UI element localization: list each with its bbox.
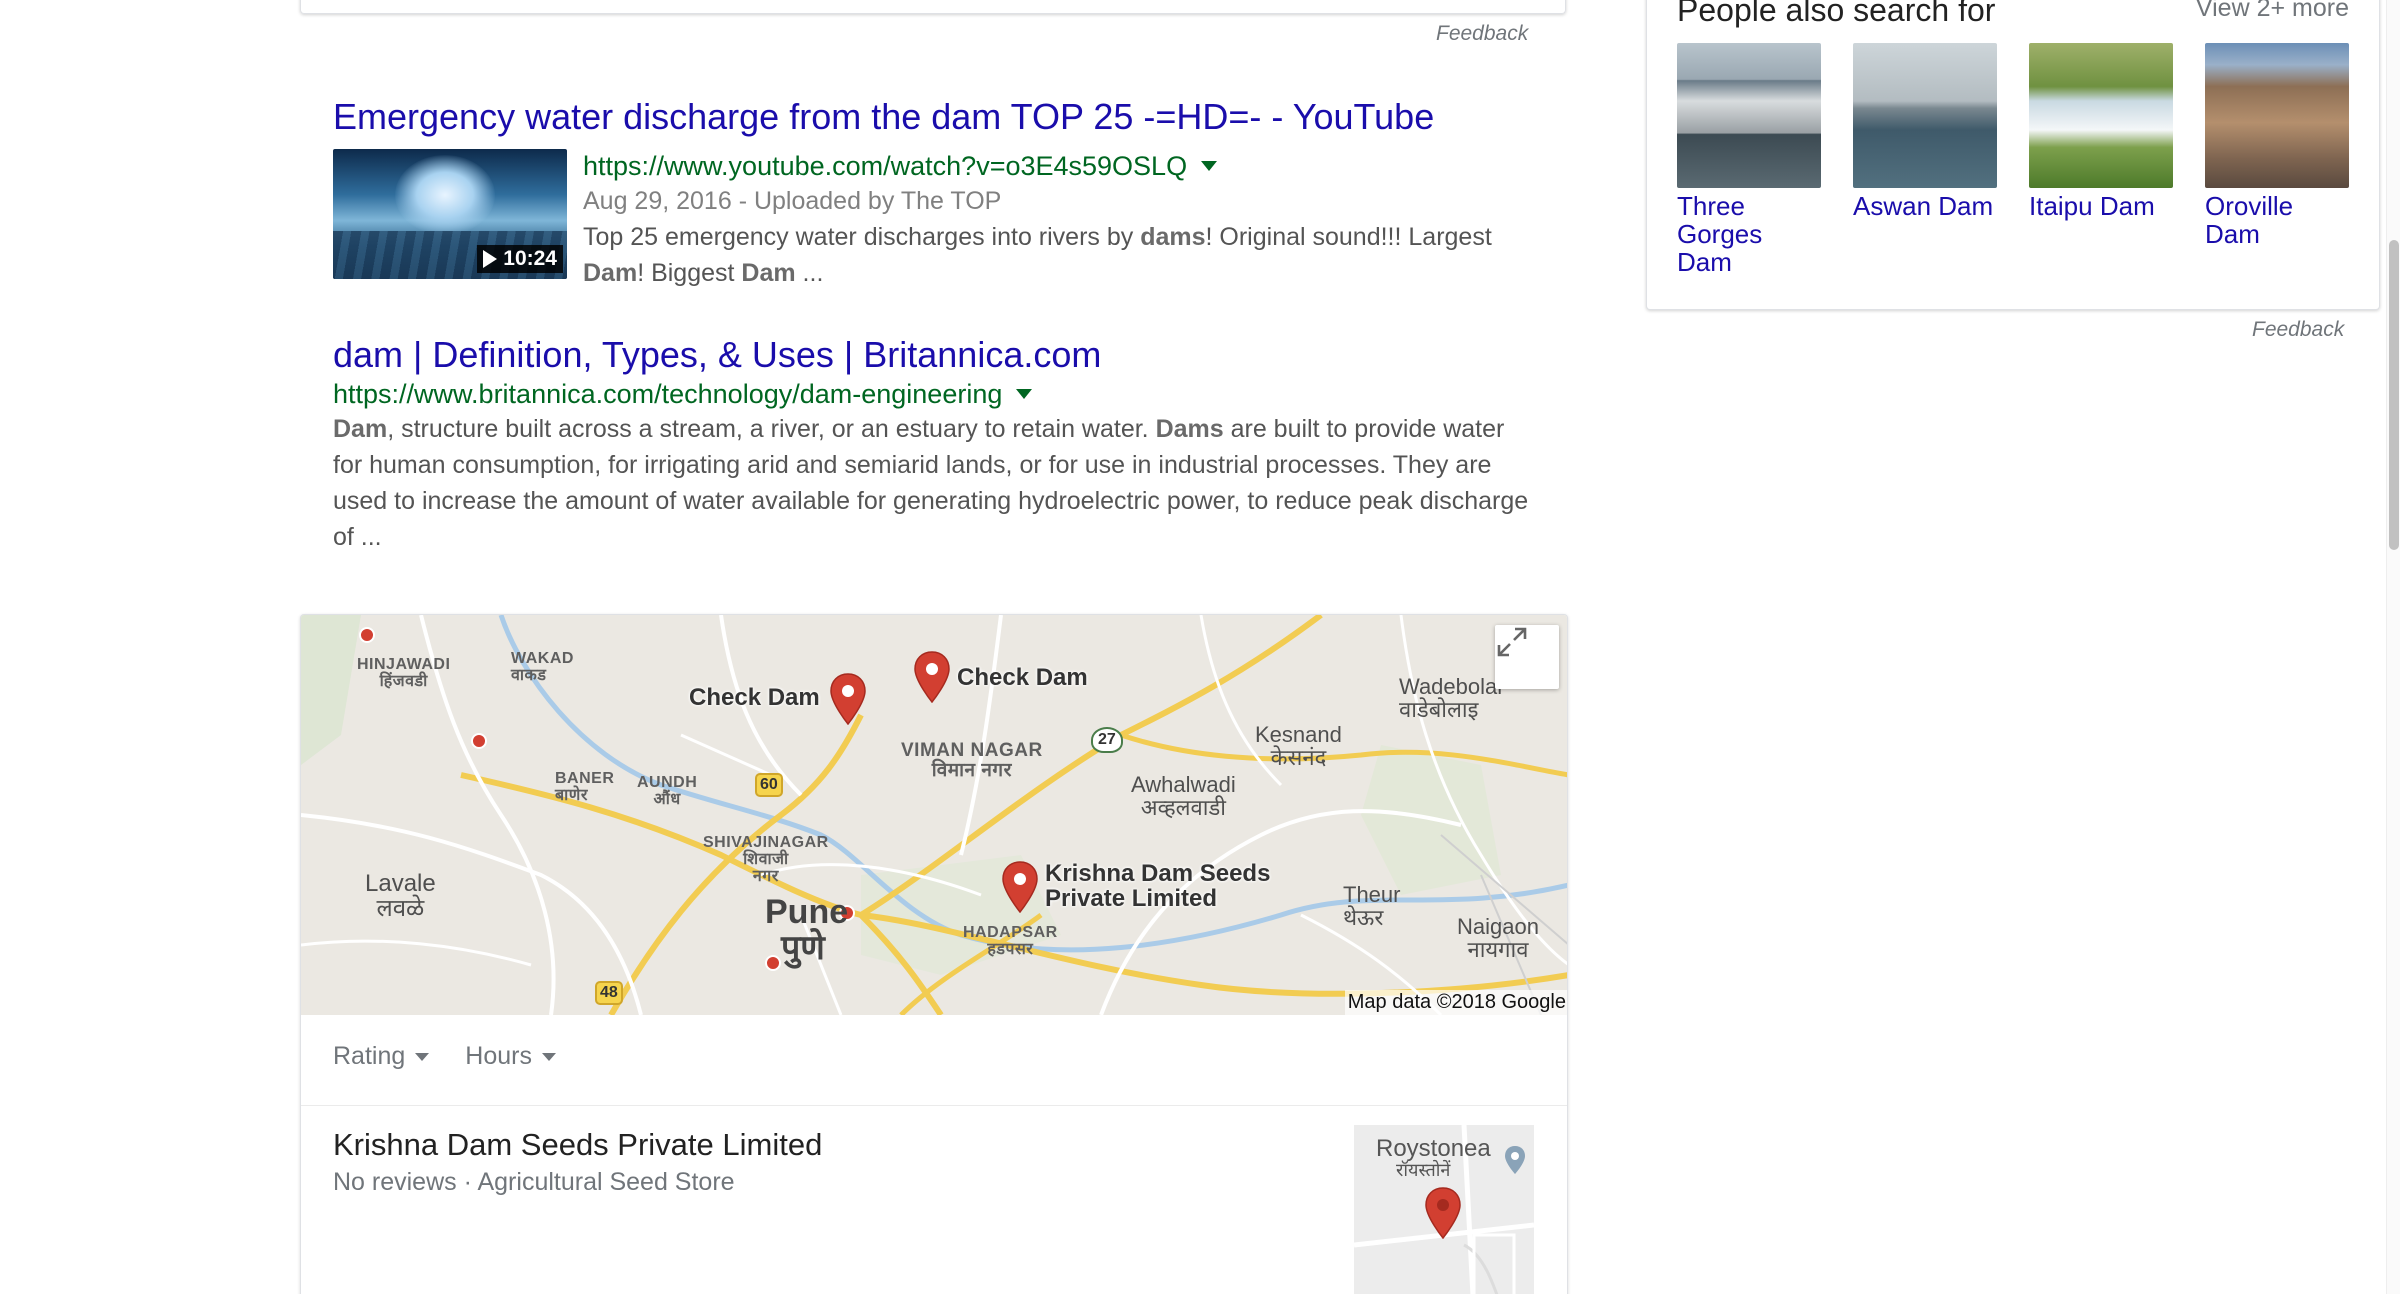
feedback-link[interactable]: Feedback bbox=[2252, 318, 2344, 342]
map-place-label: Awhalwadi अव्हलवाडी bbox=[1131, 772, 1236, 821]
map-pin-icon[interactable] bbox=[913, 651, 951, 703]
filter-hours-dropdown[interactable]: Hours bbox=[465, 1042, 556, 1071]
result-title-link[interactable]: Emergency water discharge from the dam T… bbox=[333, 95, 1533, 139]
view-more-link[interactable]: View 2+ more bbox=[2196, 0, 2349, 23]
listing-meta: No reviews · Agricultural Seed Store bbox=[333, 1168, 735, 1196]
snippet-text: ! Biggest bbox=[637, 259, 742, 287]
map-place-label: WAKAD वाकड bbox=[511, 650, 574, 684]
entity-name: Oroville Dam bbox=[2205, 191, 2294, 249]
entity-thumbnail bbox=[2205, 43, 2349, 188]
filter-label: Hours bbox=[465, 1042, 532, 1070]
feedback-link[interactable]: Feedback bbox=[1436, 22, 1528, 46]
result-title-link[interactable]: dam | Definition, Types, & Uses | Britan… bbox=[333, 333, 1533, 377]
url-dropdown-caret-icon[interactable] bbox=[1201, 161, 1218, 171]
search-result-britannica: dam | Definition, Types, & Uses | Britan… bbox=[333, 333, 1533, 555]
map-place-label: Lavale लवळे bbox=[365, 870, 436, 923]
result-url: https://www.britannica.com/technology/da… bbox=[333, 377, 1533, 411]
map-pin-label: Krishna Dam Seeds Private Limited bbox=[1045, 860, 1271, 913]
snippet-text: ! Original sound!!! Largest bbox=[1205, 223, 1492, 251]
map-place-label: SHIVAJINAGAR शिवाजी नगर bbox=[703, 834, 829, 885]
snippet-text: Top 25 emergency water discharges into r… bbox=[583, 223, 1141, 251]
result-url: https://www.youtube.com/watch?v=o3E4s59O… bbox=[583, 149, 1533, 183]
map-place-label: AUNDH औंध bbox=[637, 774, 698, 808]
map-place-label: VIMAN NAGAR विमान नगर bbox=[901, 740, 1043, 781]
map-place-label: Naigaon नायगाव bbox=[1457, 914, 1539, 963]
scrollbar-track[interactable] bbox=[2386, 0, 2400, 1294]
listing-name: Krishna Dam Seeds Private Limited bbox=[333, 1127, 823, 1162]
entity-name: Three Gorges Dam bbox=[1677, 191, 1763, 277]
snippet-text: , structure built across a stream, a riv… bbox=[387, 415, 1156, 443]
local-results-card: HINJAWADI हिंजवडी WAKAD वाकड Check Dam Che… bbox=[300, 614, 1568, 1294]
map-pin-icon[interactable] bbox=[1001, 861, 1039, 913]
divider bbox=[301, 1105, 1567, 1106]
map-city-label: Pune पुणे bbox=[765, 893, 849, 967]
search-result-youtube: Emergency water discharge from the dam T… bbox=[333, 95, 1533, 287]
highway-shield: 27 bbox=[1091, 727, 1123, 753]
local-listing[interactable]: Krishna Dam Seeds Private Limited No rev… bbox=[333, 1125, 822, 1199]
highway-shield: 48 bbox=[595, 981, 623, 1005]
people-also-search-heading: People also search for bbox=[1677, 0, 1996, 28]
video-thumbnail[interactable]: 10:24 bbox=[333, 149, 567, 279]
url-dropdown-caret-icon[interactable] bbox=[1016, 389, 1033, 399]
map-marker-dot[interactable] bbox=[359, 627, 375, 643]
map-place-label: Theur थेऊर bbox=[1343, 882, 1401, 931]
map-pin-icon bbox=[1425, 1187, 1461, 1239]
filter-label: Rating bbox=[333, 1042, 406, 1070]
map-credit: Map data ©2018 Google bbox=[1344, 990, 1567, 1015]
map-place-label: Kesnand केसनंद bbox=[1255, 722, 1342, 771]
chevron-down-icon bbox=[415, 1052, 430, 1061]
result-url-text: https://www.youtube.com/watch?v=o3E4s59O… bbox=[583, 151, 1188, 181]
result-snippet: Dam, structure built across a stream, a … bbox=[333, 411, 1533, 555]
poi-marker-icon bbox=[1505, 1146, 1525, 1174]
filter-rating-dropdown[interactable]: Rating bbox=[333, 1042, 430, 1071]
result-snippet: Top 25 emergency water discharges into r… bbox=[583, 219, 1533, 291]
related-entity-itaipu[interactable]: Itaipu Dam bbox=[2029, 43, 2175, 220]
listing-mini-map[interactable]: Roystonea रॉयस्तोनें bbox=[1354, 1125, 1534, 1294]
snippet-highlight: Dam bbox=[741, 259, 796, 287]
highway-shield: 60 bbox=[755, 773, 783, 797]
snippet-highlight: Dam bbox=[583, 259, 638, 287]
local-filters: Rating Hours bbox=[333, 1042, 556, 1071]
entity-thumbnail bbox=[2029, 43, 2173, 188]
people-also-search-card: People also search for View 2+ more Thre… bbox=[1646, 0, 2380, 310]
entity-name: Itaipu Dam bbox=[2029, 191, 2155, 221]
related-entity-oroville[interactable]: Oroville Dam bbox=[2205, 43, 2351, 248]
map-pin-label: Check Dam bbox=[957, 664, 1088, 691]
local-map[interactable]: HINJAWADI हिंजवडी WAKAD वाकड Check Dam Che… bbox=[301, 615, 1567, 1015]
map-pin-icon[interactable] bbox=[829, 673, 867, 725]
mini-map-place-label: Roystonea रॉयस्तोनें bbox=[1376, 1135, 1491, 1180]
entity-thumbnail bbox=[1677, 43, 1821, 188]
map-place-label: HADAPSAR हडपसर bbox=[963, 924, 1058, 958]
entity-name: Aswan Dam bbox=[1853, 191, 1994, 221]
snippet-highlight: Dams bbox=[1155, 415, 1224, 443]
related-entity-aswan[interactable]: Aswan Dam bbox=[1853, 43, 1999, 220]
expand-icon bbox=[1497, 627, 1527, 657]
result-date: Aug 29, 2016 - Uploaded by The TOP bbox=[583, 187, 1002, 215]
map-marker-dot[interactable] bbox=[471, 733, 487, 749]
search-results-page: Feedback Emergency water discharge from … bbox=[0, 0, 2400, 1294]
snippet-highlight: Dam bbox=[333, 415, 388, 443]
related-entity-three-gorges[interactable]: Three Gorges Dam bbox=[1677, 43, 1823, 276]
snippet-text: ... bbox=[795, 259, 824, 287]
map-pin-label: Check Dam bbox=[689, 684, 820, 711]
scrollbar-thumb[interactable] bbox=[2389, 240, 2399, 550]
snippet-highlight: dams bbox=[1140, 223, 1206, 251]
result-url-text: https://www.britannica.com/technology/da… bbox=[333, 379, 1003, 409]
video-duration: 10:24 bbox=[503, 247, 557, 270]
map-place-label: BANER बाणेर bbox=[555, 770, 615, 804]
entity-thumbnail bbox=[1853, 43, 1997, 188]
expand-map-button[interactable] bbox=[1495, 625, 1559, 689]
map-place-label: HINJAWADI हिंजवडी bbox=[357, 656, 451, 690]
previous-result-card bbox=[300, 0, 1566, 14]
chevron-down-icon bbox=[541, 1052, 556, 1061]
video-duration-badge: 10:24 bbox=[477, 245, 563, 273]
result-text: https://www.youtube.com/watch?v=o3E4s59O… bbox=[583, 149, 1533, 291]
play-icon bbox=[483, 250, 498, 268]
map-place-label: Wadebolai वाडेबोलाइ bbox=[1399, 674, 1503, 723]
